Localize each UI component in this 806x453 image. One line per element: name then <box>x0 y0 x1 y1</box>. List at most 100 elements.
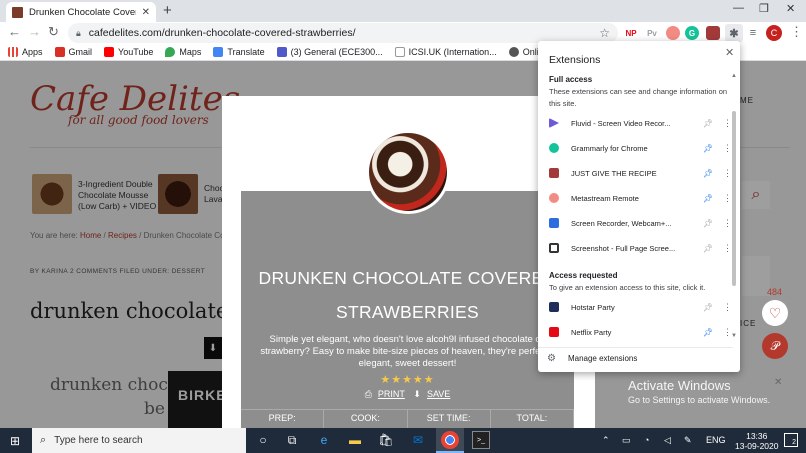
bookmark-translate[interactable]: Translate <box>213 47 265 57</box>
lock-icon[interactable]: 🔒︎ <box>76 28 81 39</box>
terminal-icon[interactable]: >_ <box>472 431 490 449</box>
chrome-menu-icon[interactable]: ⋮ <box>790 24 803 40</box>
reading-list-icon[interactable]: ≡ <box>746 26 760 40</box>
extension-row[interactable]: JUST GIVE THE RECIPE 📌︎ ⋮ <box>538 162 733 184</box>
extension-row[interactable]: Screenshot - Full Page Scree... 📌︎ ⋮ <box>538 237 733 259</box>
taskbar-search-box[interactable]: ⌕ Type here to search <box>32 428 246 453</box>
edge-icon[interactable]: e <box>315 431 333 449</box>
reload-icon[interactable]: ↻ <box>48 24 59 40</box>
profile-avatar[interactable]: C <box>766 25 782 41</box>
access-requested-desc: To give an extension access to this site… <box>549 283 706 292</box>
scroll-thumb[interactable] <box>732 111 736 286</box>
netflix-party-icon <box>549 327 559 337</box>
scroll-up-icon[interactable]: ▲ <box>731 73 737 79</box>
recipe-icon <box>549 168 559 178</box>
close-tab-icon[interactable]: ✕ <box>142 7 150 18</box>
manage-extensions-button[interactable]: ⚙ Manage extensions <box>538 347 733 369</box>
pv-ext-icon[interactable]: Pv <box>645 26 659 40</box>
set-time-label: SET TIME: <box>408 410 491 428</box>
window-close-icon[interactable]: ✕ <box>786 2 795 15</box>
tray-chevron-icon[interactable]: ⌃ <box>602 435 610 446</box>
volume-icon[interactable]: ◁ <box>664 435 671 446</box>
bookmark-youtube[interactable]: YouTube <box>104 47 153 57</box>
notification-center-icon[interactable]: 2 <box>784 433 798 447</box>
extension-row[interactable]: Netflix Party 📌︎ ⋮ <box>538 321 733 343</box>
pin-icon[interactable]: 📌︎ <box>699 244 717 253</box>
pinterest-icon[interactable]: 𝒫 <box>762 333 788 359</box>
recipe-ext-icon[interactable] <box>706 26 720 40</box>
language-indicator[interactable]: ENG <box>706 435 726 445</box>
document-icon <box>394 47 405 57</box>
pen-icon[interactable]: ✎ <box>684 435 692 446</box>
tab-title: Drunken Chocolate Covered Strawberries <box>29 6 136 18</box>
close-icon[interactable]: ✕ <box>725 46 734 59</box>
pin-icon[interactable]: 📌︎ <box>699 303 717 312</box>
pin-icon[interactable]: 📌︎ <box>699 219 717 228</box>
extension-row[interactable]: Fluvid - Screen Video Recor... 📌︎ ⋮ <box>538 112 733 134</box>
netflix-party-ext-icon[interactable]: NP <box>624 26 638 40</box>
prep-label: PREP: <box>241 410 325 428</box>
bookmark-star-icon[interactable]: ☆ <box>599 26 610 40</box>
translate-icon <box>213 47 224 57</box>
network-icon[interactable]: ◔ <box>644 435 649 445</box>
teams-icon <box>276 47 287 57</box>
chrome-icon[interactable] <box>441 431 459 449</box>
pin-icon[interactable]: 📌︎ <box>699 194 717 203</box>
battery-icon[interactable]: ▭ <box>622 435 631 446</box>
recipe-times: PREP: COOK: SET TIME: TOTAL: <box>241 409 574 428</box>
pin-icon[interactable]: 📌︎ <box>699 328 717 337</box>
store-icon[interactable]: 🛍︎ <box>377 431 395 449</box>
access-requested-title: Access requested <box>549 271 618 280</box>
bookmark-gmail[interactable]: Gmail <box>54 47 92 57</box>
address-bar[interactable]: 🔒︎ cafedelites.com/drunken-chocolate-cov… <box>68 23 618 43</box>
task-view-icon[interactable]: ⧉ <box>283 431 301 449</box>
windows-start-icon[interactable]: ⊞ <box>10 434 20 448</box>
browser-tab[interactable]: Drunken Chocolate Covered Strawberries ✕ <box>6 2 156 22</box>
scroll-down-icon[interactable]: ▼ <box>731 333 737 339</box>
windows-taskbar: ⊞ ⌕ Type here to search ○ ⧉ e ▬ 🛍︎ ✉ >_ … <box>0 428 806 453</box>
bookmark-apps[interactable]: Apps <box>8 47 43 57</box>
url-text: cafedelites.com/drunken-chocolate-covere… <box>88 27 356 39</box>
extension-row[interactable]: Screen Recorder, Webcam+... 📌︎ ⋮ <box>538 212 733 234</box>
grammarly-ext-icon[interactable]: G <box>685 26 699 40</box>
rating-stars[interactable]: ★★★★★ <box>241 373 574 386</box>
file-explorer-icon[interactable]: ▬ <box>346 431 364 449</box>
extension-row[interactable]: Hotstar Party 📌︎ ⋮ <box>538 296 733 318</box>
recipe-card: DRUNKEN CHOCOLATE COVERED STRAWBERRIES S… <box>241 191 574 428</box>
save-button[interactable]: SAVE <box>427 389 450 399</box>
minimize-icon[interactable]: — <box>733 2 744 14</box>
restore-icon[interactable]: ❐ <box>759 2 769 15</box>
new-tab-icon[interactable]: + <box>163 2 172 19</box>
back-icon[interactable]: ← <box>8 24 21 39</box>
recipe-actions: ⎙ PRINT ⬇ SAVE <box>241 389 574 400</box>
recipe-title: DRUNKEN CHOCOLATE COVERED STRAWBERRIES <box>258 268 557 322</box>
extension-row[interactable]: Metastream Remote 📌︎ ⋮ <box>538 187 733 209</box>
gear-icon: ⚙ <box>547 353 556 364</box>
favorite-heart-icon[interactable]: ♡ <box>762 300 788 326</box>
screen-recorder-icon <box>549 218 559 228</box>
extension-row[interactable]: Grammarly for Chrome 📌︎ ⋮ <box>538 137 733 159</box>
ad-close-icon[interactable]: ✕ <box>774 377 782 388</box>
cortana-icon[interactable]: ○ <box>254 431 272 449</box>
popup-scrollbar[interactable]: ▲ ▼ <box>731 71 737 341</box>
grammarly-icon <box>549 143 559 153</box>
bookmark-icsi[interactable]: ICSI.UK (Internation... <box>394 47 497 57</box>
recipe-description: Simple yet elegant, who doesn't love alc… <box>260 334 555 369</box>
youtube-icon <box>104 47 115 57</box>
system-clock[interactable]: 13:36 13-09-2020 <box>735 431 778 451</box>
extensions-puzzle-icon[interactable]: ✱ <box>725 24 743 42</box>
bookmark-maps[interactable]: Maps <box>165 47 201 57</box>
print-button[interactable]: PRINT <box>378 389 405 399</box>
print-icon[interactable]: ⎙ <box>365 389 372 399</box>
cook-label: COOK: <box>324 410 408 428</box>
metastream-ext-icon[interactable] <box>666 26 680 40</box>
mail-icon[interactable]: ✉ <box>409 431 427 449</box>
pin-icon[interactable]: 📌︎ <box>699 169 717 178</box>
share-count: 484 <box>767 287 783 297</box>
pin-icon[interactable]: 📌︎ <box>699 144 717 153</box>
pin-icon[interactable]: 📌︎ <box>699 119 717 128</box>
save-icon[interactable]: ⬇ <box>413 389 421 399</box>
total-label: TOTAL: <box>491 410 574 428</box>
forward-icon[interactable]: → <box>28 24 41 39</box>
bookmark-teams[interactable]: (3) General (ECE300... <box>276 47 383 57</box>
